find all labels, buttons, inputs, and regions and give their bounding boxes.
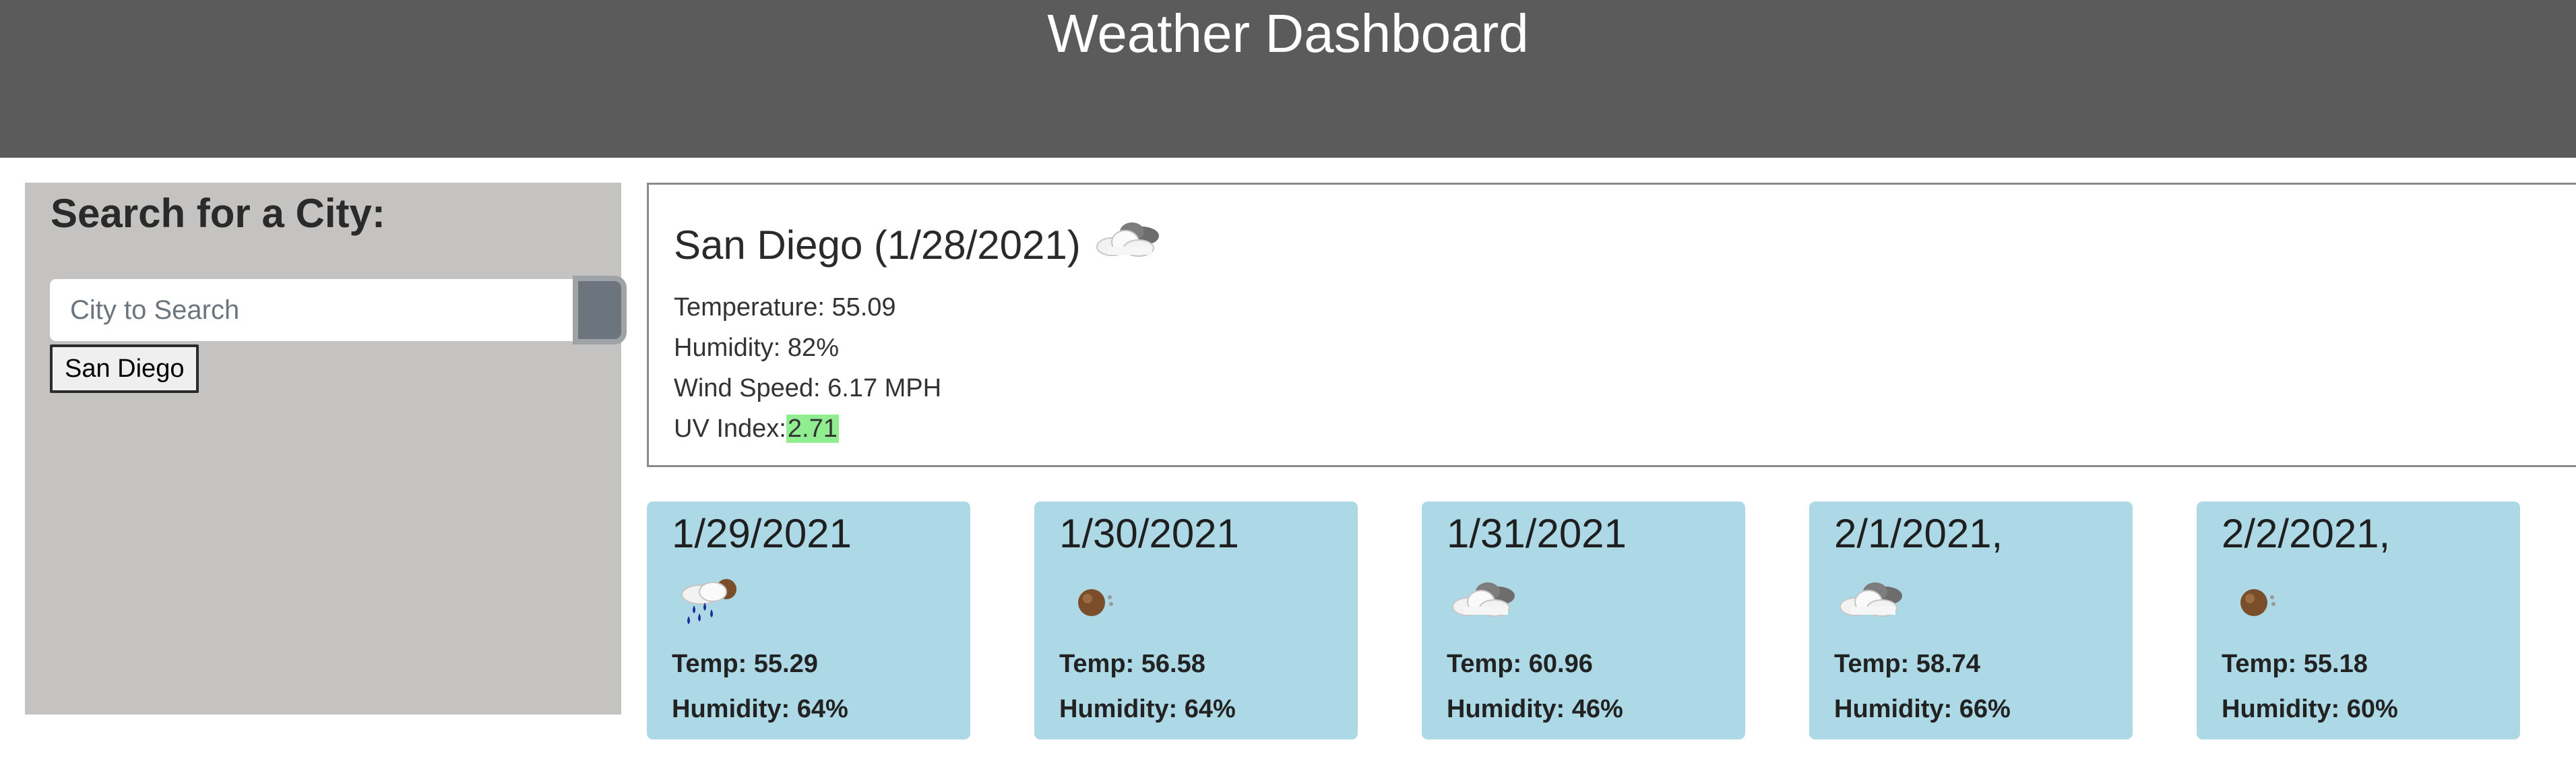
current-weather-panel: San Diego (1/28/2021) Temperature: 55.09… xyxy=(647,183,2576,467)
current-uv-index: UV Index:2.71 xyxy=(674,411,839,446)
current-wind-speed: Wind Speed: 6.17 MPH xyxy=(674,374,942,402)
forecast-humidity: Humidity: 64% xyxy=(672,695,848,723)
clear-sky-icon xyxy=(1061,569,1135,630)
broken-clouds-icon xyxy=(1449,569,1523,630)
forecast-date: 2/1/2021, xyxy=(1834,511,2003,556)
clear-sky-icon xyxy=(2224,569,2298,630)
forecast-humidity: Humidity: 64% xyxy=(1059,695,1236,723)
history-button-san-diego[interactable]: San Diego xyxy=(50,344,199,393)
forecast-humidity: Humidity: 60% xyxy=(2222,695,2398,723)
forecast-temp: Temp: 56.58 xyxy=(1059,650,1205,678)
uv-index-badge: 2.71 xyxy=(786,415,839,443)
city-date-label: San Diego (1/28/2021) xyxy=(674,222,1081,268)
forecast-date: 1/29/2021 xyxy=(672,511,852,556)
broken-clouds-icon xyxy=(1093,212,1167,279)
app-header: Weather Dashboard xyxy=(0,0,2576,158)
forecast-date: 1/30/2021 xyxy=(1059,511,1239,556)
rain-icon xyxy=(674,569,748,630)
forecast-date: 2/2/2021, xyxy=(2222,511,2391,556)
forecast-date: 1/31/2021 xyxy=(1447,511,1627,556)
forecast-temp: Temp: 58.74 xyxy=(1834,650,1980,678)
forecast-card: 2/2/2021, Temp: 55.18 Humidity: 60% xyxy=(2197,502,2520,739)
search-button[interactable] xyxy=(573,276,627,344)
current-temperature: Temperature: 55.09 xyxy=(674,293,896,322)
forecast-card: 1/29/2021 Temp: 55.29 Humidity: 64% xyxy=(647,502,970,739)
search-heading: Search for a City: xyxy=(51,191,385,236)
forecast-temp: Temp: 55.29 xyxy=(672,650,818,678)
forecast-temp: Temp: 60.96 xyxy=(1447,650,1593,678)
current-weather-title: San Diego (1/28/2021) xyxy=(674,212,1167,279)
forecast-temp: Temp: 55.18 xyxy=(2222,650,2368,678)
forecast-card: 2/1/2021, Temp: 58.74 Humidity: 66% xyxy=(1809,502,2133,739)
page-title: Weather Dashboard xyxy=(1047,3,1529,63)
forecast-humidity: Humidity: 46% xyxy=(1447,695,1623,723)
broken-clouds-icon xyxy=(1836,569,1910,630)
forecast-card: 1/30/2021 Temp: 56.58 Humidity: 64% xyxy=(1034,502,1358,739)
forecast-humidity: Humidity: 66% xyxy=(1834,695,2011,723)
forecast-card: 1/31/2021 Temp: 60.96 Humidity: 46% xyxy=(1422,502,1745,739)
search-sidebar: Search for a City: San Diego xyxy=(25,183,627,715)
uv-index-label: UV Index: xyxy=(674,415,786,443)
current-humidity: Humidity: 82% xyxy=(674,334,839,362)
city-search-input[interactable] xyxy=(50,279,574,341)
